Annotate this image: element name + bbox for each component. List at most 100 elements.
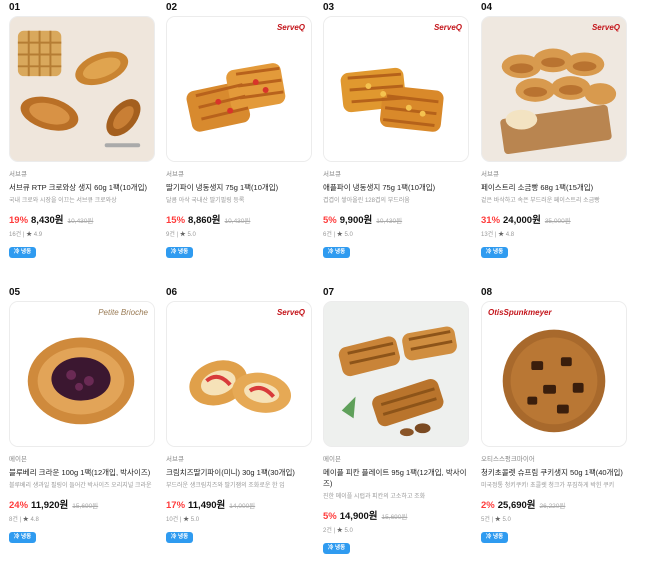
product-title[interactable]: 페이스트리 소금빵 68g 1팩(15개입) bbox=[481, 182, 629, 193]
price-row: 5% 9,900원 10,430원 bbox=[323, 212, 471, 226]
rating-value: 5.0 bbox=[187, 232, 196, 238]
sale-price: 25,690원 bbox=[497, 500, 536, 511]
review-meta: 10건 | ★ 5.0 bbox=[166, 517, 200, 523]
review-count: 9건 bbox=[166, 232, 175, 238]
rating-value: 4.8 bbox=[30, 517, 39, 523]
product-title[interactable]: 청키초콜렛 슈프림 쿠키생지 50g 1팩(40개입) bbox=[481, 467, 629, 478]
chocolate-cookie-illustration bbox=[482, 302, 626, 446]
discount-rate: 2% bbox=[481, 500, 495, 511]
rating-value: 5.0 bbox=[344, 528, 353, 534]
sale-price: 8,430원 bbox=[31, 215, 64, 226]
rating-value: 5.0 bbox=[502, 517, 511, 523]
cream-cheese-pie-illustration bbox=[167, 302, 311, 446]
product-info: 메이븐 메이플 피칸 플레이트 95g 1팩(12개입, 박사이즈) 진한 메이… bbox=[323, 455, 471, 554]
product-title[interactable]: 메이플 피칸 플레이트 95g 1팩(12개입, 박사이즈) bbox=[323, 467, 471, 489]
product-description: 달콤 아삭 국내산 딸기필링 등록 bbox=[166, 198, 245, 204]
seller-name: 서브큐 bbox=[481, 171, 499, 178]
original-price: 10,430원 bbox=[376, 218, 403, 225]
frozen-badge: 冷 냉동 bbox=[166, 247, 194, 258]
review-meta: 9건 | ★ 5.0 bbox=[166, 232, 196, 238]
sale-price: 11,490원 bbox=[188, 500, 226, 511]
frozen-badge: 冷 냉동 bbox=[9, 532, 37, 543]
rank-number: 07 bbox=[323, 287, 335, 298]
seller-name: 서브큐 bbox=[9, 171, 27, 178]
product-description: 국내 크로와 시장을 이끄는 서브큐 크로와상 bbox=[9, 198, 117, 204]
brand-logo: ServeQ bbox=[433, 23, 462, 32]
seller-name: 메이븐 bbox=[323, 456, 341, 463]
product-image[interactable]: ServeQ bbox=[481, 16, 627, 162]
original-price: 15,690원 bbox=[72, 503, 99, 510]
sale-price: 8,860원 bbox=[188, 215, 221, 226]
seller-name: 오티스스펑크마이어 bbox=[481, 456, 535, 463]
frozen-badge: 冷 냉동 bbox=[9, 247, 37, 258]
rank-number: 02 bbox=[166, 2, 178, 13]
price-row: 19% 8,430원 10,430원 bbox=[9, 212, 157, 226]
review-count: 13건 bbox=[481, 232, 494, 238]
star-icon: ★ bbox=[498, 232, 505, 238]
product-image[interactable] bbox=[9, 16, 155, 162]
product-image[interactable]: Petite Brioche bbox=[9, 301, 155, 447]
original-price: 14,000원 bbox=[229, 503, 256, 510]
sale-price: 9,900원 bbox=[339, 215, 373, 226]
price-row: 31% 24,000원 35,000원 bbox=[481, 212, 629, 226]
product-image[interactable]: ServeQ bbox=[166, 16, 312, 162]
product-info: 서브큐 딸기파이 냉동생지 75g 1팩(10개입) 달콤 아삭 국내산 딸기필… bbox=[166, 170, 314, 258]
review-meta: 8건 | ★ 4.8 bbox=[9, 517, 39, 523]
product-title[interactable]: 딸기파이 냉동생지 75g 1팩(10개입) bbox=[166, 182, 314, 193]
price-row: 15% 8,860원 10,430원 bbox=[166, 212, 314, 226]
seller-name: 서브큐 bbox=[166, 171, 184, 178]
original-price: 26,220원 bbox=[539, 503, 566, 510]
product-image[interactable]: ServeQ bbox=[166, 301, 312, 447]
frozen-badge: 冷 냉동 bbox=[481, 532, 509, 543]
review-count: 16건 bbox=[9, 232, 22, 238]
salt-bread-illustration bbox=[482, 17, 626, 161]
review-meta: 16건 | ★ 4.9 bbox=[9, 232, 43, 238]
product-title[interactable]: 크림치즈딸기파이(미니) 30g 1팩(30개입) bbox=[166, 467, 314, 478]
price-row: 2% 25,690원 26,220원 bbox=[481, 497, 629, 511]
product-info: 메이븐 블루베리 크라운 100g 1팩(12개입, 박사이즈) 블루베리 생과… bbox=[9, 455, 157, 543]
rank-number: 06 bbox=[166, 287, 178, 298]
star-icon: ★ bbox=[494, 517, 501, 523]
original-price: 10,430원 bbox=[67, 218, 94, 225]
product-grid: 01 서브큐 서브큐 RTP 크로와상 생지 60g 1팩(10개입) 국내 크… bbox=[0, 0, 648, 579]
price-row: 5% 14,900원 15,690원 bbox=[323, 508, 471, 522]
rating-value: 5.0 bbox=[344, 232, 353, 238]
product-image[interactable]: OtisSpunkmeyer bbox=[481, 301, 627, 447]
brand-logo: ServeQ bbox=[276, 308, 305, 317]
review-count: 6건 bbox=[323, 232, 332, 238]
product-image[interactable] bbox=[323, 301, 469, 447]
discount-rate: 31% bbox=[481, 215, 501, 226]
brand-logo: OtisSpunkmeyer bbox=[488, 308, 552, 317]
review-meta: 6건 | ★ 5.0 bbox=[323, 232, 353, 238]
product-description: 겉은 바삭하고 속은 부드러운 페이스트리 소금빵 bbox=[481, 198, 600, 204]
brand-logo: ServeQ bbox=[276, 23, 305, 32]
product-info: 오티스스펑크마이어 청키초콜렛 슈프림 쿠키생지 50g 1팩(40개입) 미국… bbox=[481, 455, 629, 543]
rank-number: 04 bbox=[481, 2, 493, 13]
discount-rate: 5% bbox=[323, 511, 337, 522]
review-meta: 2건 | ★ 5.0 bbox=[323, 528, 353, 534]
rank-number: 05 bbox=[9, 287, 21, 298]
product-description: 겹겹이 쌓아올린 128겹의 부드러움 bbox=[323, 198, 410, 204]
product-title[interactable]: 서브큐 RTP 크로와상 생지 60g 1팩(10개입) bbox=[9, 182, 157, 193]
croissant-waffle-illustration bbox=[10, 17, 154, 161]
seller-name: 메이븐 bbox=[9, 456, 27, 463]
product-title[interactable]: 애플파이 냉동생지 75g 1팩(10개입) bbox=[323, 182, 471, 193]
product-description: 미국정통 청키쿠키! 초콜렛 청크가 푸짐하게 박힌 쿠키 bbox=[481, 483, 615, 489]
maple-pecan-illustration bbox=[324, 302, 468, 446]
rank-number: 01 bbox=[9, 2, 21, 13]
product-title[interactable]: 블루베리 크라운 100g 1팩(12개입, 박사이즈) bbox=[9, 467, 157, 478]
seller-name: 서브큐 bbox=[323, 171, 341, 178]
price-row: 24% 11,920원 15,690원 bbox=[9, 497, 157, 511]
discount-rate: 19% bbox=[9, 215, 29, 226]
seller-name: 서브큐 bbox=[166, 456, 184, 463]
review-meta: 13건 | ★ 4.8 bbox=[481, 232, 515, 238]
sale-price: 24,000원 bbox=[503, 215, 541, 226]
original-price: 10,430원 bbox=[224, 218, 251, 225]
sale-price: 14,900원 bbox=[339, 511, 378, 522]
sale-price: 11,920원 bbox=[31, 500, 69, 511]
product-image[interactable]: ServeQ bbox=[323, 16, 469, 162]
review-count: 5건 bbox=[481, 517, 490, 523]
star-icon: ★ bbox=[336, 528, 343, 534]
discount-rate: 15% bbox=[166, 215, 186, 226]
star-icon: ★ bbox=[179, 232, 186, 238]
